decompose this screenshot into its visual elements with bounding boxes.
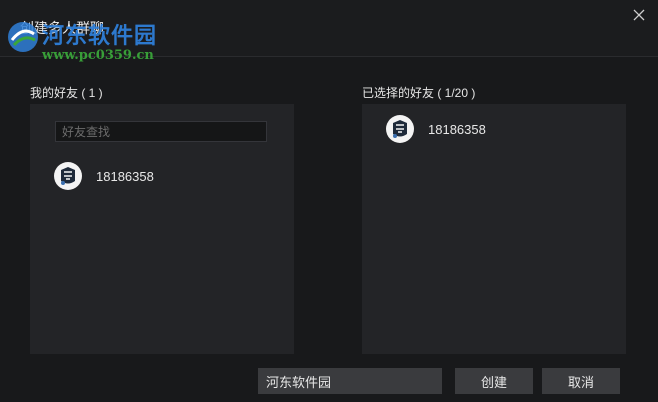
close-button[interactable] — [628, 4, 650, 26]
cancel-button[interactable]: 取消 — [542, 368, 620, 394]
create-button[interactable]: 创建 — [455, 368, 533, 394]
group-name-input[interactable] — [258, 368, 442, 394]
friend-name: 18186358 — [428, 121, 486, 137]
avatar — [386, 115, 414, 143]
avatar — [54, 162, 82, 190]
friend-search-input[interactable] — [55, 121, 267, 142]
title-bar: 创建多人群聊 — [0, 0, 658, 57]
avatar-icon — [387, 116, 413, 142]
my-friends-label: 我的好友 ( 1 ) — [30, 86, 103, 100]
close-icon — [633, 9, 645, 21]
create-group-chat-dialog: 创建多人群聊 河东软件园 www.pc0359.cn 我的好友 ( 1 ) 好友… — [0, 0, 658, 402]
selected-friends-label: 已选择的好友 ( 1/20 ) — [362, 86, 476, 100]
my-friend-item[interactable]: 18186358 — [54, 161, 154, 191]
friend-name: 18186358 — [96, 168, 154, 184]
selected-friend-item[interactable]: 18186358 — [386, 114, 486, 144]
avatar-icon — [55, 163, 81, 189]
window-title: 创建多人群聊 — [20, 20, 104, 36]
